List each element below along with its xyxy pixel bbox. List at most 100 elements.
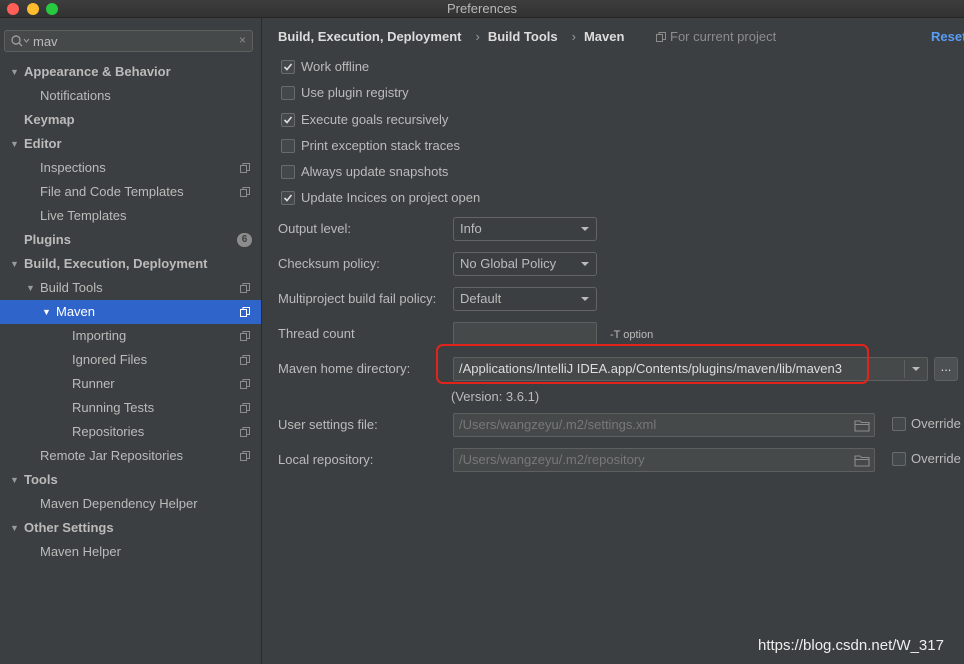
watermark: https://blog.csdn.net/W_317 xyxy=(758,637,944,654)
override-settings-checkbox[interactable] xyxy=(892,417,906,431)
reset-link[interactable]: Reset xyxy=(931,28,964,46)
option-checkbox[interactable] xyxy=(281,113,295,127)
thread-count-input[interactable] xyxy=(453,322,597,346)
user-settings-value: /Users/wangzeyu/.m2/settings.xml xyxy=(459,417,657,432)
user-settings-input[interactable]: /Users/wangzeyu/.m2/settings.xml xyxy=(453,413,875,437)
chevron-down-icon xyxy=(581,262,589,266)
sidebar-item-running-tests[interactable]: Running Tests xyxy=(0,396,261,420)
sidebar-item-label: Maven xyxy=(56,304,96,319)
fail-policy-label: Multiproject build fail policy: xyxy=(278,291,437,306)
thread-count-hint: -T option xyxy=(610,329,654,341)
breadcrumb-item-maven: Maven xyxy=(583,29,625,44)
project-icon xyxy=(240,283,250,293)
sidebar-item-label: Maven Dependency Helper xyxy=(40,496,198,511)
sidebar-item-repositories[interactable]: Repositories xyxy=(0,420,261,444)
local-repo-label: Local repository: xyxy=(278,452,374,467)
sidebar-item-label: Other Settings xyxy=(24,520,114,535)
project-icon xyxy=(240,427,250,437)
checkmark-icon xyxy=(283,116,293,124)
option-label: Execute goals recursively xyxy=(301,112,449,127)
sidebar-item-label: Build Tools xyxy=(40,280,103,295)
plugins-update-badge: 6 xyxy=(237,233,252,247)
local-repo-value: /Users/wangzeyu/.m2/repository xyxy=(459,452,645,467)
sidebar-item-label: Build, Execution, Deployment xyxy=(24,256,208,271)
expand-arrow-icon[interactable]: ▼ xyxy=(26,276,36,300)
breadcrumb-item-build-tools[interactable]: Build Tools xyxy=(488,28,558,46)
option-checkbox[interactable] xyxy=(281,191,295,205)
breadcrumb-item-build-execution[interactable]: Build, Execution, Deployment xyxy=(278,28,461,46)
browse-maven-home-button[interactable]: ... xyxy=(934,357,958,381)
output-level-label: Output level: xyxy=(278,221,351,236)
sidebar-item-build-tools[interactable]: ▼ Build Tools xyxy=(0,276,261,300)
override-repo-label: Override xyxy=(911,451,961,466)
maven-home-label: Maven home directory: xyxy=(278,361,411,376)
window-title: Preferences xyxy=(446,1,518,16)
expand-arrow-icon[interactable]: ▼ xyxy=(10,468,20,492)
user-settings-label: User settings file: xyxy=(278,417,378,432)
expand-arrow-icon[interactable]: ▼ xyxy=(10,252,20,276)
scope-label: For current project xyxy=(670,29,777,44)
folder-icon[interactable] xyxy=(854,454,870,467)
sidebar-item-maven[interactable]: ▼ Maven xyxy=(0,300,261,324)
sidebar-item-file-and-code-templates[interactable]: File and Code Templates xyxy=(0,180,261,204)
sidebar-item-maven-helper[interactable]: Maven Helper xyxy=(0,540,261,564)
option-checkbox[interactable] xyxy=(281,86,295,100)
clear-search-icon[interactable]: × xyxy=(239,33,246,47)
project-icon xyxy=(240,307,250,317)
sidebar-item-remote-jar-repositories[interactable]: Remote Jar Repositories xyxy=(0,444,261,468)
settings-sidebar: mav × ▼ Appearance & Behavior Notification… xyxy=(0,18,262,664)
option-label: Always update snapshots xyxy=(301,164,449,179)
copy-icon xyxy=(656,32,666,42)
checkmark-icon xyxy=(283,194,293,202)
sidebar-item-ignored-files[interactable]: Ignored Files xyxy=(0,348,261,372)
sidebar-item-label: Remote Jar Repositories xyxy=(40,448,184,463)
maven-version-label: (Version: 3.6.1) xyxy=(451,389,540,404)
breadcrumb-separator: › xyxy=(571,29,576,44)
highlight-annotation xyxy=(436,344,869,384)
option-checkbox[interactable] xyxy=(281,165,295,179)
local-repo-input[interactable]: /Users/wangzeyu/.m2/repository xyxy=(453,448,875,472)
sidebar-item-editor[interactable]: ▼ Editor xyxy=(0,132,261,156)
sidebar-item-keymap[interactable]: Keymap xyxy=(0,108,261,132)
option-checkbox[interactable] xyxy=(281,139,295,153)
expand-arrow-icon[interactable]: ▼ xyxy=(42,300,52,324)
sidebar-item-label: Editor xyxy=(24,136,62,151)
output-level-select[interactable]: Info xyxy=(453,217,597,241)
project-icon xyxy=(240,187,250,197)
sidebar-item-tools[interactable]: ▼ Tools xyxy=(0,468,261,492)
sidebar-item-live-templates[interactable]: Live Templates xyxy=(0,204,261,228)
sidebar-item-label: Notifications xyxy=(40,88,111,103)
option-checkbox[interactable] xyxy=(281,60,295,74)
sidebar-item-runner[interactable]: Runner xyxy=(0,372,261,396)
override-settings-label: Override xyxy=(911,416,961,431)
sidebar-item-label: Ignored Files xyxy=(72,352,148,367)
sidebar-item-label: Appearance & Behavior xyxy=(24,64,171,79)
sidebar-item-appearance-behavior[interactable]: ▼ Appearance & Behavior xyxy=(0,60,261,84)
expand-arrow-icon[interactable]: ▼ xyxy=(10,132,20,156)
sidebar-item-inspections[interactable]: Inspections xyxy=(0,156,261,180)
sidebar-item-plugins[interactable]: Plugins 6 xyxy=(0,228,261,252)
fail-policy-select[interactable]: Default xyxy=(453,287,597,311)
expand-arrow-icon[interactable]: ▼ xyxy=(10,516,20,540)
project-icon xyxy=(240,403,250,413)
checksum-policy-select[interactable]: No Global Policy xyxy=(453,252,597,276)
option-label: Work offline xyxy=(301,59,370,74)
sidebar-item-other-settings[interactable]: ▼ Other Settings xyxy=(0,516,261,540)
sidebar-item-notifications[interactable]: Notifications xyxy=(0,84,261,108)
chevron-down-icon xyxy=(912,367,920,371)
sidebar-item-build-execution-deployment[interactable]: ▼ Build, Execution, Deployment xyxy=(0,252,261,276)
settings-search-input[interactable]: mav × xyxy=(4,30,253,52)
project-icon xyxy=(240,379,250,389)
override-repo-checkbox[interactable] xyxy=(892,452,906,466)
fail-policy-value: Default xyxy=(460,291,502,306)
search-value: mav xyxy=(33,34,58,49)
sidebar-item-importing[interactable]: Importing xyxy=(0,324,261,348)
sidebar-item-label: Running Tests xyxy=(72,400,155,415)
chevron-down-icon xyxy=(581,297,589,301)
project-icon xyxy=(240,451,250,461)
chevron-down-icon xyxy=(581,227,589,231)
expand-arrow-icon[interactable]: ▼ xyxy=(10,60,20,84)
sidebar-item-label: Live Templates xyxy=(40,208,127,223)
sidebar-item-maven-dependency-helper[interactable]: Maven Dependency Helper xyxy=(0,492,261,516)
folder-icon[interactable] xyxy=(854,419,870,432)
